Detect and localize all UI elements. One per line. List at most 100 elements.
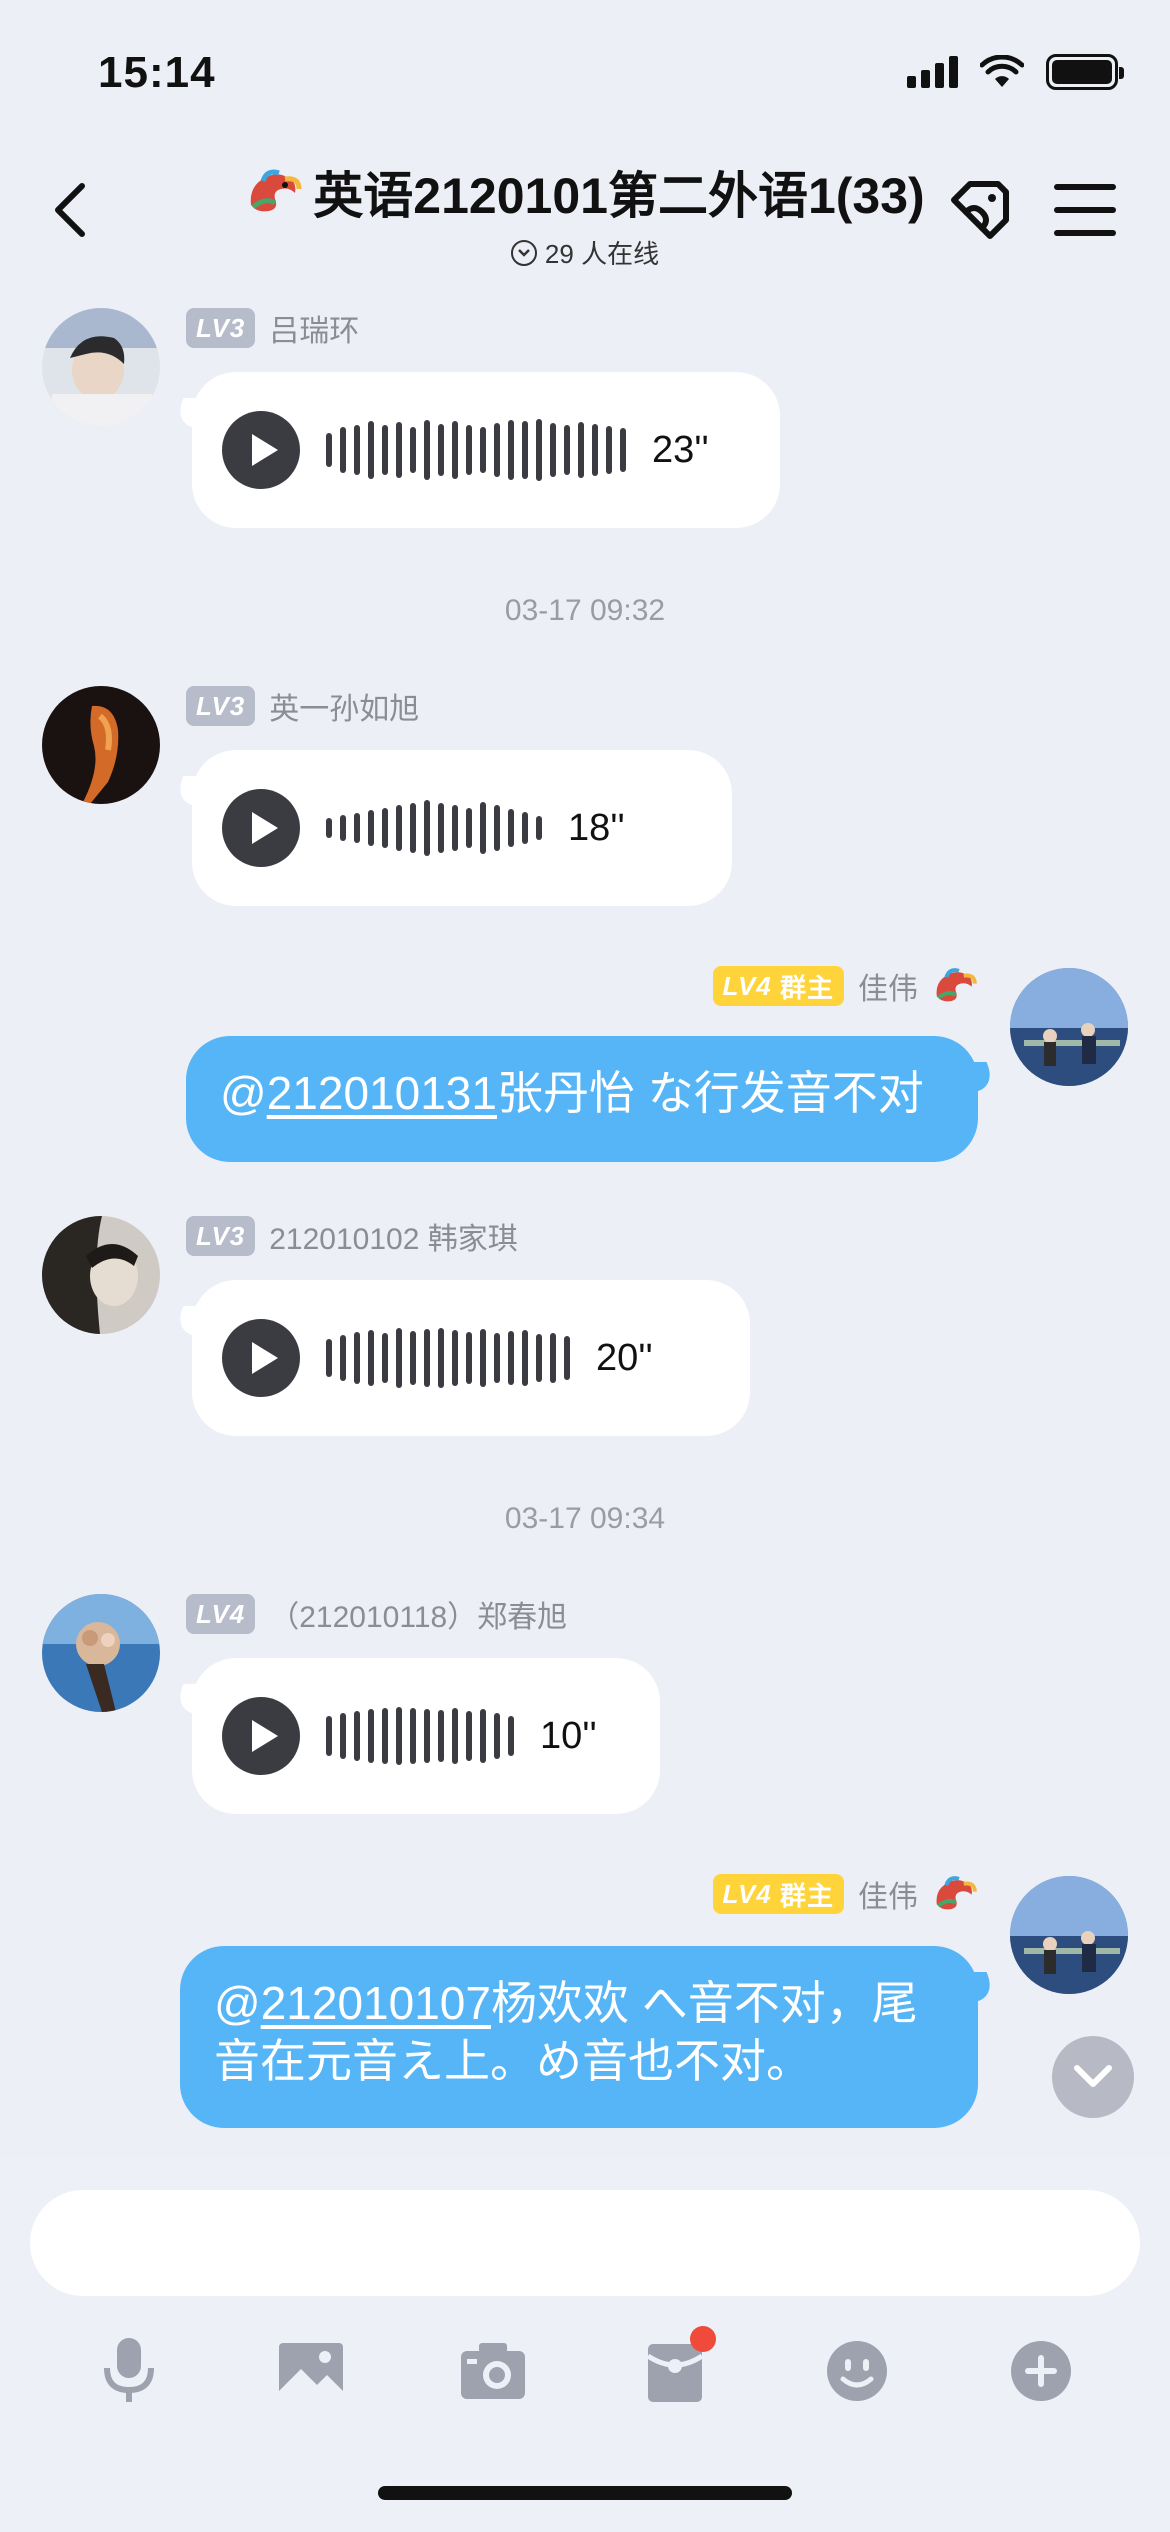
chevron-down-circle-icon xyxy=(510,239,537,266)
home-indicator xyxy=(378,2486,792,2500)
waveform-bar xyxy=(340,1335,346,1381)
more-button[interactable] xyxy=(996,2326,1086,2416)
waveform-bar xyxy=(606,426,612,474)
status-bar: 15:14 xyxy=(0,0,1170,150)
owner-role: 群主 xyxy=(779,972,834,1003)
camera-icon xyxy=(461,2343,525,2399)
nav-title-block[interactable]: 英语2120101第二外语1(33) 29 人在线 xyxy=(200,156,970,271)
waveform-bar xyxy=(620,428,626,472)
avatar[interactable] xyxy=(42,686,160,804)
waveform-bar xyxy=(368,421,374,479)
chevron-left-icon xyxy=(55,183,85,237)
avatar[interactable] xyxy=(42,308,160,426)
voice-duration: 18'' xyxy=(568,806,625,849)
play-icon[interactable] xyxy=(222,789,300,867)
waveform-bar xyxy=(340,427,346,473)
play-icon[interactable] xyxy=(222,1319,300,1397)
timestamp: 03-17 09:32 xyxy=(504,594,666,627)
waveform-bar xyxy=(494,805,500,851)
image-button[interactable] xyxy=(266,2326,356,2416)
level-badge: LV3 xyxy=(186,1216,256,1256)
waveform-bar xyxy=(508,420,514,480)
waveform-bar xyxy=(438,803,444,853)
waveform-bar xyxy=(494,423,500,477)
level-badge: LV4 xyxy=(186,1594,256,1634)
sender-info: LV3 吕瑞环 xyxy=(186,306,359,350)
sender-info: LV4 群主 佳伟 xyxy=(712,964,979,1008)
sender-name: 佳伟 xyxy=(858,1881,918,1914)
waveform-bar xyxy=(410,427,416,473)
link-button[interactable] xyxy=(940,170,1020,250)
waveform-bar xyxy=(396,422,402,478)
waveform-bar xyxy=(382,1708,388,1764)
text-message[interactable]: @212010131张丹怡 な行发音不对 xyxy=(186,1036,978,1162)
waveform-bar xyxy=(536,419,542,481)
group-title: 英语2120101第二外语1(33) xyxy=(245,156,925,228)
message-text-line2: 音在元音え上。め音也不对。 xyxy=(214,2035,812,2087)
waveform-bar xyxy=(494,1333,500,1383)
waveform-bar xyxy=(354,1711,360,1761)
menu-button[interactable] xyxy=(1050,178,1120,242)
mention-link[interactable]: 212010131 xyxy=(267,1067,497,1119)
link-tag-icon xyxy=(951,181,1009,239)
waveform-bar xyxy=(522,421,528,479)
cellular-signal-icon xyxy=(907,56,958,88)
waveform-bar xyxy=(410,1708,416,1764)
waveform-bar xyxy=(326,433,332,467)
waveform-bar xyxy=(438,1328,444,1388)
waveform-bar xyxy=(480,802,486,854)
play-icon[interactable] xyxy=(222,1697,300,1775)
waveform-bar xyxy=(354,425,360,475)
online-count: 29 人在线 xyxy=(510,234,659,271)
nav-bar: 英语2120101第二外语1(33) 29 人在线 xyxy=(0,150,1170,275)
waveform-bar xyxy=(550,423,556,477)
scroll-to-bottom-button[interactable] xyxy=(1052,2036,1134,2118)
voice-message[interactable]: 18'' xyxy=(192,750,732,906)
waveform xyxy=(326,793,542,863)
waveform-bar xyxy=(396,1328,402,1388)
red-packet-button[interactable] xyxy=(630,2326,720,2416)
camera-button[interactable] xyxy=(448,2326,538,2416)
voice-message[interactable]: 10'' xyxy=(192,1658,660,1814)
image-icon xyxy=(279,2343,343,2399)
message-input[interactable] xyxy=(30,2190,1140,2296)
mention-link[interactable]: 212010107 xyxy=(261,1977,491,2029)
microphone-button[interactable] xyxy=(84,2326,174,2416)
waveform-bar xyxy=(452,1330,458,1386)
waveform-bar xyxy=(452,805,458,851)
back-button[interactable] xyxy=(40,170,100,250)
sender-info: LV4 群主 佳伟 xyxy=(712,1872,979,1916)
waveform-bar xyxy=(452,421,458,479)
waveform-bar xyxy=(382,808,388,848)
sender-name: 212010102 韩家琪 xyxy=(269,1223,518,1256)
waveform-bar xyxy=(494,1713,500,1759)
emoji-button[interactable] xyxy=(812,2326,902,2416)
waveform-bar xyxy=(466,808,472,848)
waveform-bar xyxy=(466,425,472,475)
avatar[interactable] xyxy=(1010,968,1128,1086)
waveform-bar xyxy=(354,813,360,843)
avatar[interactable] xyxy=(42,1594,160,1712)
notification-dot xyxy=(690,2326,716,2352)
status-time: 15:14 xyxy=(98,48,216,97)
avatar[interactable] xyxy=(1010,1876,1128,1994)
input-toolbar xyxy=(0,2326,1170,2436)
wifi-icon xyxy=(980,55,1024,87)
waveform-bar xyxy=(508,809,514,847)
waveform-bar xyxy=(508,1331,514,1385)
voice-message[interactable]: 20'' xyxy=(192,1280,750,1436)
status-icons xyxy=(907,54,1124,90)
text-message[interactable]: @212010107杨欢欢 へ音不对，尾 音在元音え上。め音也不对。 xyxy=(180,1946,978,2128)
sender-info: LV3 212010102 韩家琪 xyxy=(186,1214,518,1258)
waveform-bar xyxy=(410,803,416,853)
waveform xyxy=(326,1323,570,1393)
voice-message[interactable]: 23'' xyxy=(192,372,780,528)
sender-info: LV3 英一孙如旭 xyxy=(186,684,419,728)
waveform-bar xyxy=(368,1709,374,1763)
waveform-bar xyxy=(564,1336,570,1380)
sender-info: LV4 （212010118）郑春旭 xyxy=(186,1592,567,1636)
avatar[interactable] xyxy=(42,1216,160,1334)
waveform-bar xyxy=(480,427,486,473)
group-title-text: 英语2120101第二外语1(33) xyxy=(313,168,925,224)
play-icon[interactable] xyxy=(222,411,300,489)
